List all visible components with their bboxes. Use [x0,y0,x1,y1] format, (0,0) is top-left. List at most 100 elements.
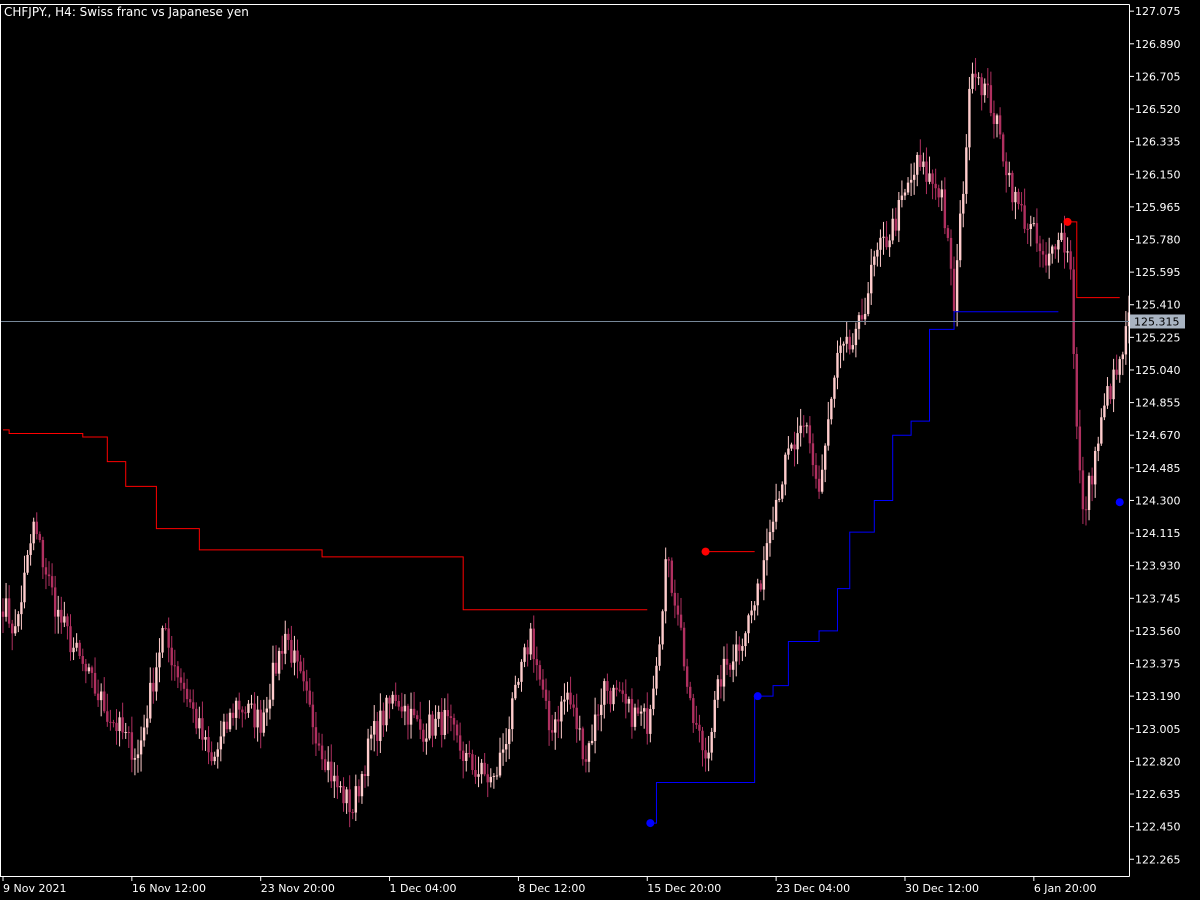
candle-body [29,543,32,555]
candle-body [44,567,48,575]
candle-body [419,719,422,730]
candle-body [376,721,379,741]
candle-body [127,732,130,734]
candle-body [713,699,716,732]
candle-body [667,559,670,561]
candle-body [836,352,839,378]
x-tick-label: 16 Nov 12:00 [132,882,206,895]
candles-group [1,57,1131,828]
y-tick-label: 125.965 [1135,201,1181,214]
candle-body [1109,386,1112,400]
resistance-marker [701,547,710,556]
candle-body [391,694,394,704]
candle-body [69,626,72,653]
candle-body [863,313,867,320]
y-tick-label: 124.115 [1135,527,1181,540]
candle-body [894,218,897,231]
candle-body [250,703,253,705]
candle-body [247,703,250,713]
candle-body [633,707,637,727]
candle-body [130,732,134,760]
resistance-marker [1063,217,1072,226]
candle-body [689,686,692,699]
candle-body [50,576,54,588]
candle-body [1051,246,1054,254]
candle-body [1084,509,1088,511]
candle-body [188,699,192,703]
candle-body [1020,204,1023,206]
candle-body [685,666,689,687]
y-tick-label: 125.040 [1135,364,1181,377]
resistance-line [3,429,648,611]
candle-body [305,681,308,691]
candle-body [201,718,204,740]
candle-body [1081,470,1085,510]
candle-body [820,469,824,492]
candle-body [287,633,290,640]
candle-body [679,614,683,628]
candle-body [145,718,149,728]
price-chart[interactable]: 127.075 126.890 126.705 126.520 126.335 126.1… [0,0,1200,900]
candle-body [600,704,603,715]
candle-body [817,478,821,492]
y-tick-label: 123.745 [1135,592,1181,605]
candle-body [434,718,437,736]
candle-body [480,762,483,775]
candle-body [885,236,888,248]
candle-body [787,448,790,455]
candle-body [676,605,680,615]
candle-body [231,712,235,718]
candle-body [477,774,480,777]
candle-body [7,598,11,624]
x-tick-label: 6 Jan 20:00 [1034,882,1097,895]
candle-body [213,756,216,762]
candle-body [682,627,686,667]
candle-body [87,667,91,672]
candle-body [204,737,207,740]
candle-body [72,647,75,653]
candle-body [777,498,781,500]
candle-body [771,521,775,533]
candle-body [1026,228,1029,230]
candle-body [437,711,440,719]
candle-body [333,775,336,782]
candle-body [701,730,704,751]
candle-body [440,711,443,736]
candle-body [937,188,940,198]
x-tick-label: 30 Dec 12:00 [905,882,979,895]
candle-body [520,661,523,682]
candle-body [222,721,226,737]
candle-body [1075,353,1078,427]
candle-body [1014,191,1017,203]
candle-body [670,560,674,593]
y-tick-label: 123.375 [1135,658,1181,671]
candle-body [649,709,652,734]
candle-body [112,722,115,724]
candle-body [268,699,272,709]
y-tick-label: 125.225 [1135,331,1181,344]
candle-body [14,626,17,634]
candle-body [66,616,69,627]
candle-body [428,714,431,739]
candle-body [888,240,891,248]
candle-body [274,662,278,674]
candle-body [627,699,631,704]
candle-body [425,738,428,742]
candle-body [253,703,256,728]
candle-body [1100,417,1103,444]
candle-body [612,687,615,705]
candle-body [925,161,928,182]
candle-body [508,729,511,745]
candle-body [474,769,477,777]
candle-body [379,710,382,741]
candle-body [296,650,299,662]
candle-body [234,700,238,718]
candle-body [912,174,916,180]
candle-body [845,336,848,344]
candle-body [857,315,861,329]
candle-body [535,659,539,666]
candle-body [986,83,990,86]
candle-body [32,521,35,544]
resistance-line-3 [1067,221,1120,299]
candle-body [26,554,29,573]
